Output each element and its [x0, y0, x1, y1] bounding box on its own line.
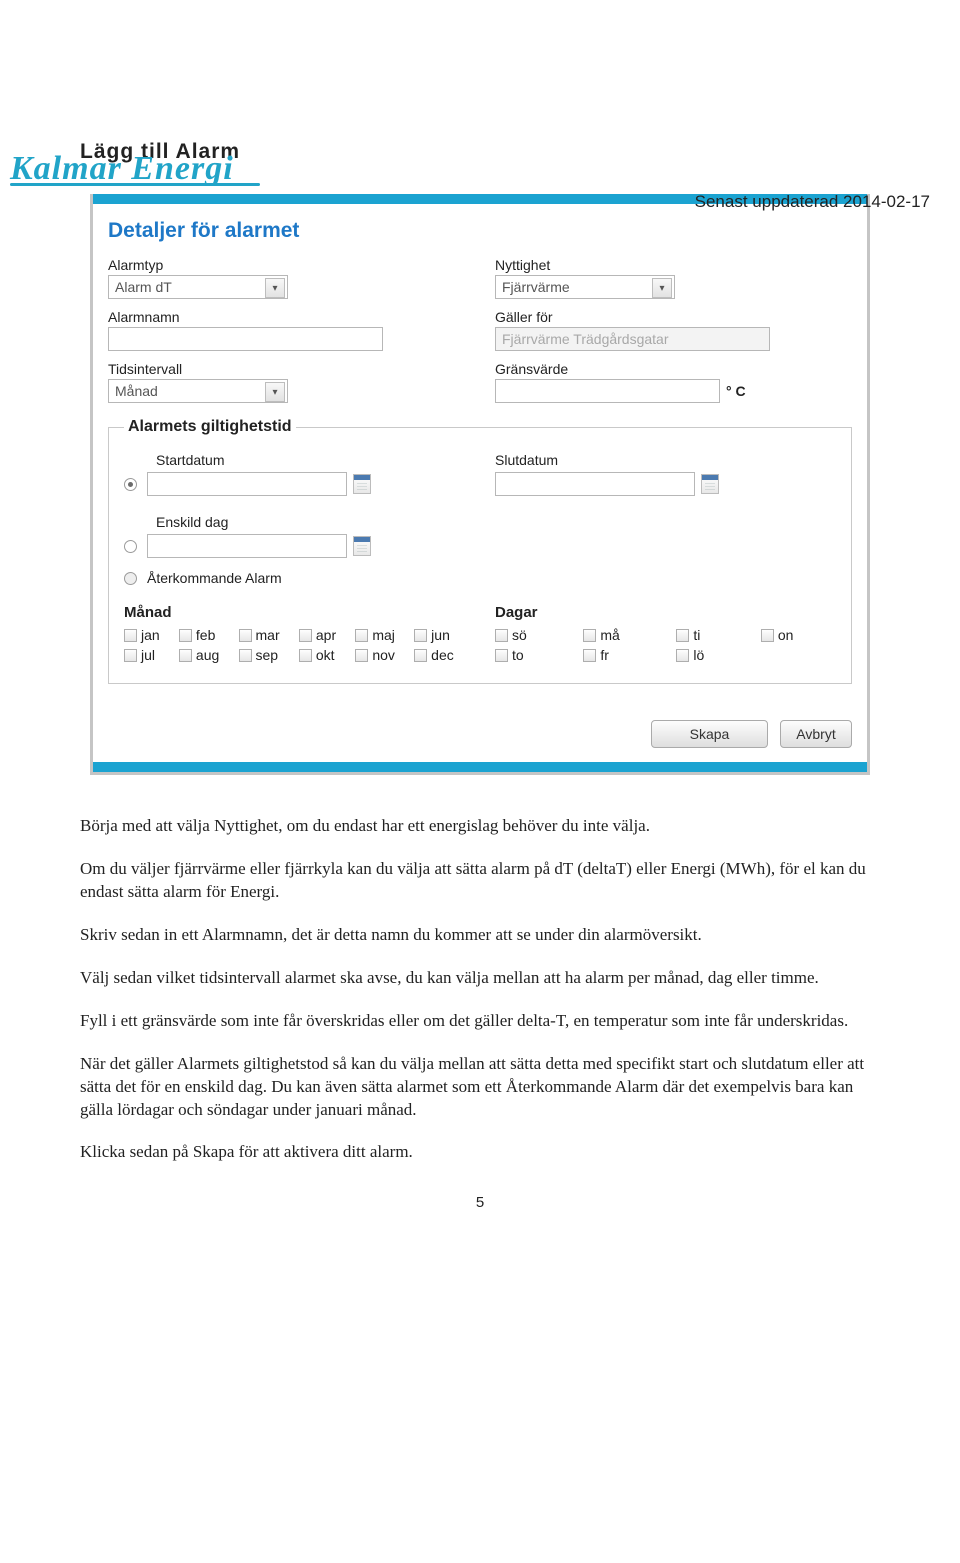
month-checkbox[interactable]: nov — [355, 647, 406, 663]
month-checkbox[interactable]: aug — [179, 647, 231, 663]
checkbox-icon — [761, 629, 774, 642]
checkbox-icon — [124, 629, 137, 642]
chevron-down-icon: ▾ — [265, 382, 285, 402]
panel-title: Detaljer för alarmet — [108, 219, 852, 243]
day-checkbox[interactable]: lö — [676, 647, 746, 663]
chevron-down-icon: ▾ — [652, 278, 672, 298]
day-checkbox[interactable]: to — [495, 647, 569, 663]
day-checkbox[interactable]: sö — [495, 627, 569, 643]
paragraph: När det gäller Alarmets giltighetstod så… — [80, 1053, 880, 1122]
paragraph: Fyll i ett gränsvärde som inte får övers… — [80, 1010, 880, 1033]
alarmtyp-select[interactable]: Alarm dT ▾ — [108, 275, 288, 299]
nyttighet-label: Nyttighet — [495, 257, 852, 273]
checkbox-icon — [414, 649, 427, 662]
enskild-dag-label: Enskild dag — [156, 514, 836, 530]
paragraph: Börja med att välja Nyttighet, om du end… — [80, 815, 880, 838]
tidsintervall-select[interactable]: Månad ▾ — [108, 379, 288, 403]
calendar-icon[interactable] — [701, 474, 719, 494]
chevron-down-icon: ▾ — [265, 278, 285, 298]
validity-radio-recurring[interactable] — [124, 572, 137, 585]
validity-fieldset: Alarmets giltighetstid Startdatum — [108, 418, 852, 684]
startdatum-label: Startdatum — [156, 452, 465, 468]
alarm-details-panel: Detaljer för alarmet Alarmtyp Alarm dT ▾… — [90, 194, 870, 775]
skapa-button[interactable]: Skapa — [651, 720, 768, 748]
slutdatum-label: Slutdatum — [495, 452, 836, 468]
checkbox-icon — [676, 649, 689, 662]
month-checkbox[interactable]: apr — [299, 627, 347, 643]
month-checkbox[interactable]: dec — [414, 647, 465, 663]
month-checkbox[interactable]: mar — [239, 627, 291, 643]
avbryt-button[interactable]: Avbryt — [780, 720, 852, 748]
checkbox-icon — [676, 629, 689, 642]
last-updated: Senast uppdaterad 2014-02-17 — [695, 192, 930, 212]
gransvarde-input[interactable] — [495, 379, 720, 403]
month-checkbox[interactable]: jun — [414, 627, 465, 643]
alarmtyp-label: Alarmtyp — [108, 257, 465, 273]
checkbox-icon — [179, 649, 192, 662]
slutdatum-input[interactable] — [495, 472, 695, 496]
alarmtyp-value: Alarm dT — [115, 279, 172, 295]
day-checkbox[interactable]: ti — [676, 627, 746, 643]
checkbox-icon — [495, 649, 508, 662]
nyttighet-select[interactable]: Fjärrvärme ▾ — [495, 275, 675, 299]
calendar-icon[interactable] — [353, 474, 371, 494]
month-checkbox[interactable]: sep — [239, 647, 291, 663]
paragraph: Klicka sedan på Skapa för att aktivera d… — [80, 1141, 880, 1164]
startdatum-input[interactable] — [147, 472, 347, 496]
day-checkbox[interactable]: må — [583, 627, 662, 643]
tidsintervall-label: Tidsintervall — [108, 361, 465, 377]
checkbox-icon — [583, 629, 596, 642]
checkbox-icon — [355, 649, 368, 662]
checkbox-icon — [583, 649, 596, 662]
nyttighet-value: Fjärrvärme — [502, 279, 570, 295]
month-checkbox[interactable]: maj — [355, 627, 406, 643]
paragraph: Skriv sedan in ett Alarmnamn, det är det… — [80, 924, 880, 947]
checkbox-icon — [179, 629, 192, 642]
checkbox-icon — [414, 629, 427, 642]
month-checkbox[interactable]: feb — [179, 627, 231, 643]
day-checkbox[interactable]: fr — [583, 647, 662, 663]
day-checkbox-group: sö må ti on to fr lö — [495, 627, 836, 663]
instructions-text: Börja med att välja Nyttighet, om du end… — [80, 815, 880, 1164]
enskild-dag-input[interactable] — [147, 534, 347, 558]
tidsintervall-value: Månad — [115, 383, 158, 399]
logo: Kalmar Energi — [10, 150, 260, 186]
month-checkbox[interactable]: okt — [299, 647, 347, 663]
panel-bottom-bar — [93, 762, 867, 772]
page-number: 5 — [80, 1194, 880, 1211]
checkbox-icon — [299, 649, 312, 662]
galler-for-label: Gäller för — [495, 309, 852, 325]
manad-label: Månad — [124, 604, 465, 621]
validity-legend: Alarmets giltighetstid — [124, 418, 296, 436]
paragraph: Välj sedan vilket tidsintervall alarmet … — [80, 967, 880, 990]
month-checkbox[interactable]: jan — [124, 627, 171, 643]
checkbox-icon — [355, 629, 368, 642]
galler-for-input: Fjärrvärme Trädgårdsgatar — [495, 327, 770, 351]
dagar-label: Dagar — [495, 604, 836, 621]
month-checkbox[interactable]: jul — [124, 647, 171, 663]
alarmnamn-label: Alarmnamn — [108, 309, 465, 325]
checkbox-icon — [495, 629, 508, 642]
paragraph: Om du väljer fjärrvärme eller fjärrkyla … — [80, 858, 880, 904]
validity-radio-single-day[interactable] — [124, 540, 137, 553]
calendar-icon[interactable] — [353, 536, 371, 556]
galler-for-value: Fjärrvärme Trädgårdsgatar — [502, 331, 669, 347]
validity-radio-range[interactable] — [124, 478, 137, 491]
aterkommande-label: Återkommande Alarm — [147, 570, 282, 586]
checkbox-icon — [124, 649, 137, 662]
logo-text: Kalmar Energi — [10, 150, 234, 187]
day-checkbox[interactable]: on — [761, 627, 836, 643]
month-checkbox-group: jan feb mar apr maj jun jul aug sep okt — [124, 627, 465, 663]
gransvarde-label: Gränsvärde — [495, 361, 852, 377]
checkbox-icon — [239, 649, 252, 662]
gransvarde-unit: ° C — [726, 383, 746, 399]
alarmnamn-input[interactable] — [108, 327, 383, 351]
checkbox-icon — [239, 629, 252, 642]
checkbox-icon — [299, 629, 312, 642]
